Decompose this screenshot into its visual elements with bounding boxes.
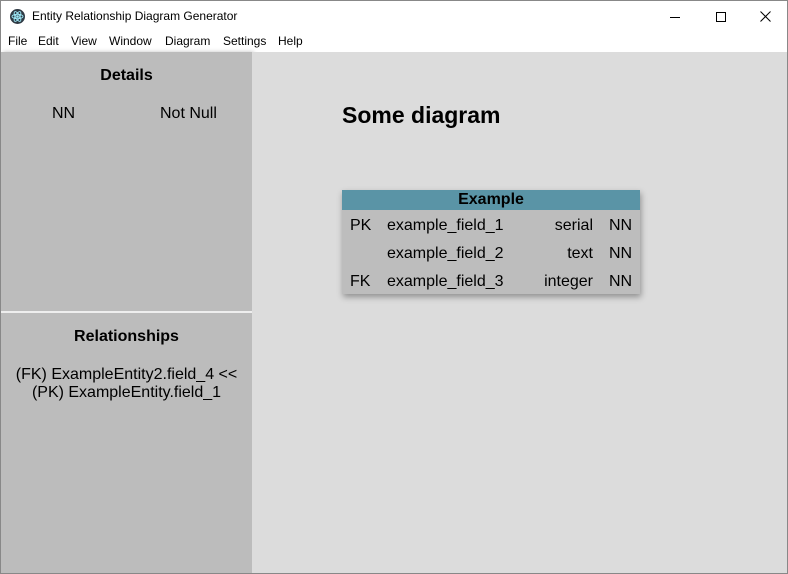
field-type: serial [554,217,593,234]
entity-field-row[interactable]: PK example_field_1 serial NN [342,216,640,244]
app-window: Entity Relationship Diagram Generator Fi… [0,0,788,574]
entity-header[interactable]: Example [342,190,640,210]
diagram-title: Some diagram [342,102,501,128]
field-type: integer [544,273,593,290]
field-key: FK [350,273,371,290]
field-name: example_field_3 [387,273,504,290]
relationship-target: (PK) ExampleEntity.field_1 [31,384,222,401]
field-type: text [567,245,593,262]
diagram-canvas[interactable]: Some diagram Example PK example_field_1 … [252,52,787,573]
maximize-button[interactable] [698,1,744,32]
details-heading: Details [100,67,153,84]
entity-table[interactable]: Example PK example_field_1 serial NN exa… [342,190,640,294]
field-nullability: NN [609,245,633,262]
relationships-heading: Relationships [74,328,179,345]
detail-value: Not Null [160,105,217,122]
sidebar-divider[interactable] [1,311,252,313]
menu-bar: File Edit View Window Diagram Settings H… [1,32,787,52]
menu-window[interactable]: Window [109,34,152,48]
menu-file[interactable]: File [8,34,27,48]
menu-view[interactable]: View [71,34,97,48]
maximize-icon [716,11,726,22]
menu-edit[interactable]: Edit [38,34,59,48]
field-name: example_field_1 [387,217,504,234]
field-nullability: NN [609,217,633,234]
electron-atom-icon [10,9,25,24]
relationship-source: (FK) ExampleEntity2.field_4 << [15,366,238,383]
entity-field-row[interactable]: FK example_field_3 integer NN [342,272,640,300]
close-icon [759,11,771,22]
field-key: PK [350,217,372,234]
field-nullability: NN [609,273,633,290]
title-bar[interactable]: Entity Relationship Diagram Generator [1,1,787,32]
close-button[interactable] [742,1,787,32]
minimize-icon [670,16,680,18]
entity-field-row[interactable]: example_field_2 text NN [342,244,640,272]
menu-settings[interactable]: Settings [223,34,266,48]
window-title: Entity Relationship Diagram Generator [32,9,238,23]
sidebar: Details NN Not Null Relationships (FK) E… [1,52,252,573]
menu-help[interactable]: Help [278,34,303,48]
detail-key: NN [52,105,76,122]
relationship-item: (FK) ExampleEntity2.field_4 << (PK) Exam… [1,366,252,402]
minimize-button[interactable] [652,1,698,32]
field-name: example_field_2 [387,245,504,262]
menu-diagram[interactable]: Diagram [165,34,210,48]
